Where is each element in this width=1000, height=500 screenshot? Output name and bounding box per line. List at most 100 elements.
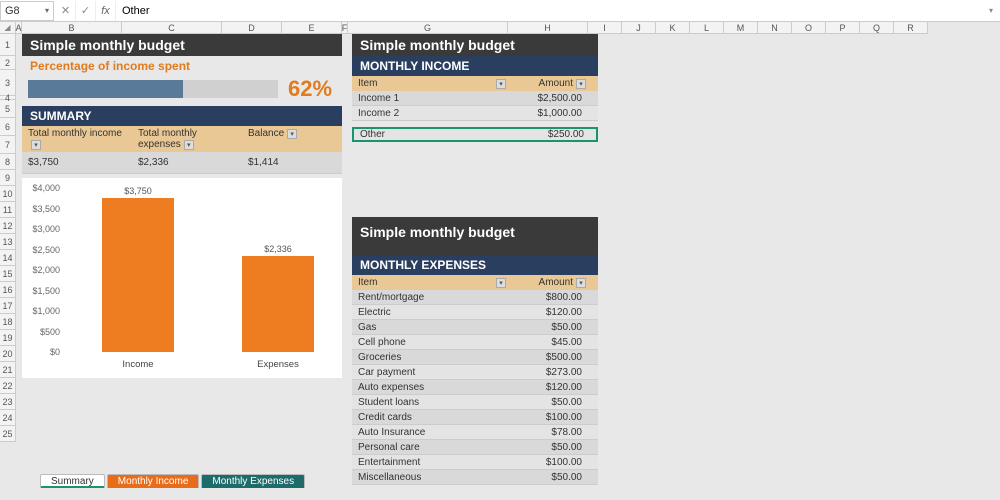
row-header[interactable]: 14 — [0, 250, 16, 266]
row-header[interactable]: 19 — [0, 330, 16, 346]
column-header[interactable]: R — [894, 22, 928, 34]
chart-y-tick: $1,500 — [26, 286, 60, 296]
row-header[interactable]: 13 — [0, 234, 16, 250]
column-header[interactable]: B — [22, 22, 122, 34]
row-header[interactable]: 2 — [0, 56, 16, 70]
summary-col-balance: Balance▾ — [242, 126, 332, 152]
grid-area[interactable]: Simple monthly budget Percentage of inco… — [16, 34, 1000, 488]
chart-value-label: $2,336 — [238, 244, 318, 254]
filter-icon[interactable]: ▾ — [496, 278, 506, 288]
table-row[interactable]: Student loans$50.00 — [352, 395, 598, 410]
chart-y-tick: $0 — [26, 347, 60, 357]
formula-input[interactable] — [116, 1, 982, 21]
table-row[interactable]: Auto expenses$120.00 — [352, 380, 598, 395]
row-header[interactable]: 22 — [0, 378, 16, 394]
expenses-subtitle: MONTHLY EXPENSES — [352, 255, 598, 275]
column-header[interactable]: G — [348, 22, 508, 34]
table-row[interactable]: Cell phone$45.00 — [352, 335, 598, 350]
sheet-tabs: SummaryMonthly IncomeMonthly Expenses — [40, 470, 307, 488]
filter-icon[interactable]: ▾ — [287, 129, 297, 139]
progress-fill — [28, 80, 183, 98]
table-row[interactable]: Rent/mortgage$800.00 — [352, 290, 598, 305]
sheet-tab[interactable]: Monthly Expenses — [201, 474, 305, 488]
income-headers: Item▾ Amount▾ — [352, 76, 598, 91]
bar-chart[interactable]: $4,000$3,500$3,000$2,500$2,000$1,500$1,0… — [22, 178, 342, 378]
column-header[interactable]: C — [122, 22, 222, 34]
name-box[interactable]: G8 ▾ — [0, 1, 54, 21]
column-header[interactable]: I — [588, 22, 622, 34]
column-header[interactable]: N — [758, 22, 792, 34]
income-title: Simple monthly budget — [352, 34, 598, 56]
fx-icon[interactable]: fx — [96, 1, 116, 21]
row-header[interactable]: 25 — [0, 426, 16, 442]
income-subtitle: MONTHLY INCOME — [352, 56, 598, 76]
column-header[interactable]: M — [724, 22, 758, 34]
row-header[interactable]: 23 — [0, 394, 16, 410]
row-header[interactable]: 17 — [0, 298, 16, 314]
row-header[interactable]: 1 — [0, 34, 16, 56]
table-row[interactable]: Car payment$273.00 — [352, 365, 598, 380]
chart-x-label: Expenses — [238, 359, 318, 370]
row-header[interactable]: 8 — [0, 154, 16, 170]
column-header[interactable]: E — [282, 22, 342, 34]
table-row[interactable]: Electric$120.00 — [352, 305, 598, 320]
expand-formula-bar-icon[interactable]: ▾ — [982, 6, 1000, 15]
sheet-tab[interactable]: Monthly Income — [107, 474, 200, 488]
row-header[interactable]: 9 — [0, 170, 16, 186]
row-header[interactable]: 7 — [0, 136, 16, 154]
table-row[interactable]: Income 2$1,000.00 — [352, 106, 598, 121]
table-row[interactable]: Miscellaneous$50.00 — [352, 470, 598, 485]
row-header[interactable]: 16 — [0, 282, 16, 298]
active-cell-row[interactable]: Other $250.00 — [352, 127, 598, 142]
table-row[interactable]: Groceries$500.00 — [352, 350, 598, 365]
filter-icon[interactable]: ▾ — [576, 278, 586, 288]
row-header[interactable]: 21 — [0, 362, 16, 378]
cancel-formula-icon[interactable]: ✕ — [56, 1, 76, 21]
row-header[interactable]: 6 — [0, 118, 16, 136]
table-row[interactable]: Personal care$50.00 — [352, 440, 598, 455]
filter-icon[interactable]: ▾ — [496, 79, 506, 89]
row-header[interactable]: 18 — [0, 314, 16, 330]
summary-col-expenses: Total monthly expenses▾ — [132, 126, 242, 152]
progress-bar — [28, 80, 278, 98]
row-header[interactable]: 10 — [0, 186, 16, 202]
row-header[interactable]: 20 — [0, 346, 16, 362]
table-row[interactable]: Entertainment$100.00 — [352, 455, 598, 470]
pct-value: 62% — [288, 76, 332, 102]
column-header[interactable]: J — [622, 22, 656, 34]
select-all-corner[interactable]: ◢ — [0, 22, 16, 34]
column-header[interactable]: Q — [860, 22, 894, 34]
chart-bar[interactable] — [102, 198, 174, 352]
table-row[interactable]: Credit cards$100.00 — [352, 410, 598, 425]
filter-icon[interactable]: ▾ — [31, 140, 41, 150]
filter-icon[interactable]: ▾ — [184, 140, 194, 150]
row-headers: 1234567891011121314151617181920212223242… — [0, 34, 16, 442]
row-header[interactable]: 15 — [0, 266, 16, 282]
column-header[interactable]: P — [826, 22, 860, 34]
table-row[interactable]: Auto Insurance$78.00 — [352, 425, 598, 440]
sheet-tab[interactable]: Summary — [40, 474, 105, 488]
left-title: Simple monthly budget — [22, 34, 342, 56]
row-header[interactable]: 12 — [0, 218, 16, 234]
row-header[interactable]: 24 — [0, 410, 16, 426]
column-headers: ABCDEFGHIJKLMNOPQR — [16, 22, 928, 34]
active-cell[interactable]: Other — [354, 128, 514, 141]
column-header[interactable]: H — [508, 22, 588, 34]
table-row[interactable]: Income 1$2,500.00 — [352, 91, 598, 106]
column-header[interactable]: D — [222, 22, 282, 34]
formula-bar: G8 ▾ ✕ ✓ fx ▾ — [0, 0, 1000, 22]
table-row[interactable]: Gas$50.00 — [352, 320, 598, 335]
name-box-dropdown-icon[interactable]: ▾ — [45, 6, 49, 15]
chart-y-tick: $4,000 — [26, 183, 60, 193]
chart-bar[interactable] — [242, 256, 314, 352]
row-header[interactable]: 5 — [0, 100, 16, 118]
cell-reference: G8 — [5, 5, 20, 17]
column-header[interactable]: L — [690, 22, 724, 34]
chart-value-label: $3,750 — [98, 186, 178, 196]
column-header[interactable]: O — [792, 22, 826, 34]
row-header[interactable]: 11 — [0, 202, 16, 218]
chart-y-tick: $1,000 — [26, 306, 60, 316]
filter-icon[interactable]: ▾ — [576, 79, 586, 89]
accept-formula-icon[interactable]: ✓ — [76, 1, 96, 21]
column-header[interactable]: K — [656, 22, 690, 34]
